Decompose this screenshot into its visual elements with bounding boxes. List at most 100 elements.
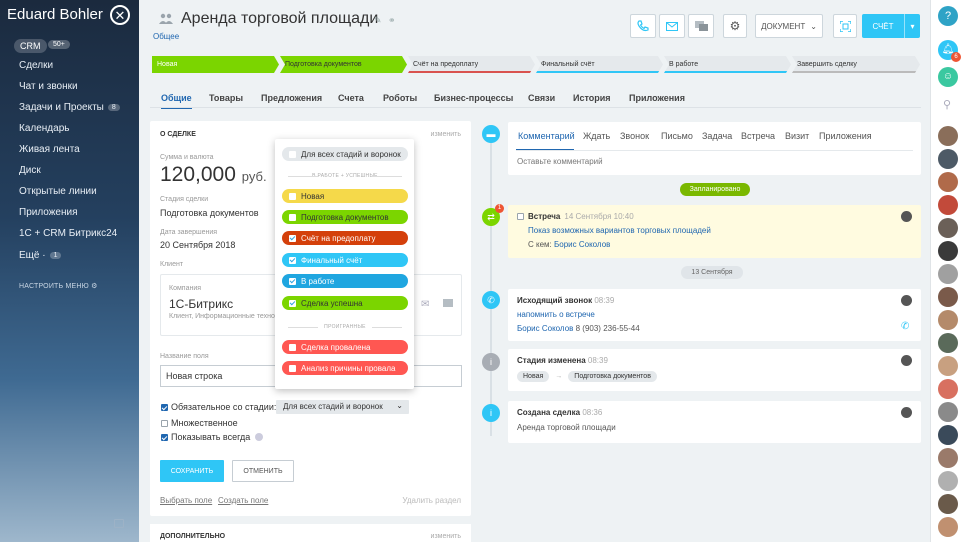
close-icon[interactable]: ✕ xyxy=(110,5,130,25)
dropdown-option[interactable]: Подготовка документов xyxy=(282,210,408,224)
configure-menu-link[interactable]: НАСТРОИТЬ МЕНЮ ⚙ xyxy=(19,282,98,290)
sidebar-item[interactable]: Задачи и Проекты 8 xyxy=(19,102,120,113)
user-avatar[interactable] xyxy=(938,356,958,376)
sidebar-item[interactable]: Живая лента xyxy=(19,144,80,155)
tab[interactable]: Связи xyxy=(528,93,555,103)
comment-tab[interactable]: Приложения xyxy=(819,131,872,141)
user-avatar[interactable] xyxy=(938,310,958,330)
sidebar-item[interactable]: Диск xyxy=(19,165,41,176)
user-avatar[interactable] xyxy=(938,195,958,215)
invoice-button[interactable]: СЧЁТ ▾ xyxy=(862,14,920,38)
sidebar-item[interactable]: Открытые линии xyxy=(19,186,97,197)
sidebar-item[interactable]: Сделки xyxy=(19,60,53,71)
select-field-link[interactable]: Выбрать поле xyxy=(160,496,212,505)
meeting-link[interactable]: Показ возможных вариантов торговых площа… xyxy=(528,226,711,235)
phone-button[interactable] xyxy=(630,14,656,38)
user-avatar[interactable] xyxy=(938,379,958,399)
edit-link[interactable]: изменить xyxy=(431,533,461,540)
user-avatar[interactable] xyxy=(938,218,958,238)
user-avatar[interactable] xyxy=(938,471,958,491)
dropdown-option-all[interactable]: Для всех стадий и воронок xyxy=(282,147,408,161)
dropdown-option[interactable]: В работе xyxy=(282,274,408,288)
tab[interactable]: Бизнес-процессы xyxy=(434,93,513,103)
phone-icon[interactable]: ✆ xyxy=(901,321,909,332)
dropdown-option[interactable]: Сделка провалена xyxy=(282,340,408,354)
chat-icon[interactable] xyxy=(443,299,453,307)
required-stage-select[interactable]: Для всех стадий и воронок ⌄ xyxy=(276,400,409,414)
tab[interactable]: Предложения xyxy=(261,93,322,103)
email-button[interactable] xyxy=(659,14,685,38)
tab[interactable]: Общие xyxy=(161,93,192,103)
user-avatar[interactable] xyxy=(938,402,958,422)
dropdown-option[interactable]: Сделка успешна xyxy=(282,296,408,310)
avatar xyxy=(901,295,912,306)
pencil-icon[interactable]: ✎ xyxy=(374,15,382,26)
stage-dropdown: Для всех стадий и воронок В РАБОТЕ + УСП… xyxy=(275,139,414,389)
user-avatar[interactable] xyxy=(938,149,958,169)
dropdown-option[interactable]: Новая xyxy=(282,189,408,203)
cancel-button[interactable]: ОТМЕНИТЬ xyxy=(232,460,294,482)
stage-5[interactable]: Завершить сделку xyxy=(792,56,920,73)
user-avatar[interactable] xyxy=(938,172,958,192)
comment-input[interactable]: Оставьте комментарий xyxy=(517,157,603,166)
sidebar-item[interactable]: Приложения xyxy=(19,207,78,218)
user-avatar[interactable] xyxy=(938,448,958,468)
always-show-checkbox[interactable]: Показывать всегда xyxy=(161,432,264,442)
required-checkbox[interactable]: Обязательное со стадии: xyxy=(161,402,276,412)
dropdown-option[interactable]: Анализ причины провала xyxy=(282,361,408,375)
pipeline-link[interactable]: Общее xyxy=(153,32,179,41)
sidebar-item[interactable]: Календарь xyxy=(19,123,69,134)
tab[interactable]: История xyxy=(573,93,611,103)
comment-tab[interactable]: Ждать xyxy=(583,131,610,141)
section-title: ДОПОЛНИТЕЛЬНО xyxy=(160,533,226,540)
tab[interactable]: Товары xyxy=(209,93,243,103)
user-avatar[interactable] xyxy=(938,494,958,514)
comment-tab[interactable]: Визит xyxy=(785,131,809,141)
stage-3[interactable]: Финальный счёт xyxy=(536,56,663,73)
user-avatar[interactable] xyxy=(938,517,958,537)
user-avatar[interactable] xyxy=(938,287,958,307)
help-icon[interactable]: ? xyxy=(938,6,958,26)
document-button[interactable]: ДОКУМЕНТ ⌄ xyxy=(755,14,823,38)
chat-button[interactable] xyxy=(688,14,714,38)
user-avatar[interactable] xyxy=(938,241,958,261)
sidebar-item[interactable]: Чат и звонки xyxy=(19,81,78,92)
comment-tab[interactable]: Встреча xyxy=(741,131,775,141)
user-avatar[interactable] xyxy=(938,126,958,146)
dropdown-option[interactable]: Счёт на предоплату xyxy=(282,231,408,245)
stage-0[interactable]: Новая xyxy=(152,56,279,73)
stage-1[interactable]: Подготовка документов xyxy=(280,56,407,73)
expand-button[interactable] xyxy=(833,14,857,38)
tab[interactable]: Счета xyxy=(338,93,364,103)
sidebar-item[interactable]: Ещё · 1 xyxy=(19,250,62,261)
comment-tab[interactable]: Письмо xyxy=(661,131,693,141)
crm-badge[interactable]: CRM xyxy=(14,39,47,53)
stage-2[interactable]: Счёт на предоплату xyxy=(408,56,535,73)
call-link[interactable]: напомнить о встрече xyxy=(517,310,595,319)
multiple-checkbox[interactable]: Множественное xyxy=(161,418,238,428)
create-field-link[interactable]: Создать поле xyxy=(218,496,268,505)
comment-tab[interactable]: Задача xyxy=(702,131,732,141)
search-icon[interactable]: ⚲ xyxy=(943,98,951,111)
envelope-icon[interactable]: ✉ xyxy=(421,299,429,310)
open-lines-icon[interactable]: ☺ xyxy=(938,67,958,87)
company-description: Клиент, Информационные техно xyxy=(169,313,275,320)
user-avatar[interactable] xyxy=(938,425,958,445)
edit-link[interactable]: изменить xyxy=(431,131,461,138)
stage-4[interactable]: В работе xyxy=(664,56,791,73)
comment-tab[interactable]: Комментарий xyxy=(518,131,575,141)
company-name[interactable]: 1С-Битрикс xyxy=(169,297,233,311)
dropdown-section-lost: ПРОИГРАННЫЕ xyxy=(282,324,408,330)
tab[interactable]: Приложения xyxy=(629,93,685,103)
delete-section-link[interactable]: Удалить раздел xyxy=(402,496,461,505)
user-avatar[interactable] xyxy=(938,333,958,353)
comment-tab[interactable]: Звонок xyxy=(620,131,649,141)
dropdown-option[interactable]: Финальный счёт xyxy=(282,253,408,267)
sidebar-item[interactable]: 1С + CRM Битрикс24 xyxy=(19,228,117,239)
link-icon[interactable]: ⚭ xyxy=(388,15,396,26)
print-icon[interactable] xyxy=(114,519,124,528)
save-button[interactable]: СОХРАНИТЬ xyxy=(160,460,224,482)
tab[interactable]: Роботы xyxy=(383,93,417,103)
settings-button[interactable]: ⚙ xyxy=(723,14,747,38)
user-avatar[interactable] xyxy=(938,264,958,284)
